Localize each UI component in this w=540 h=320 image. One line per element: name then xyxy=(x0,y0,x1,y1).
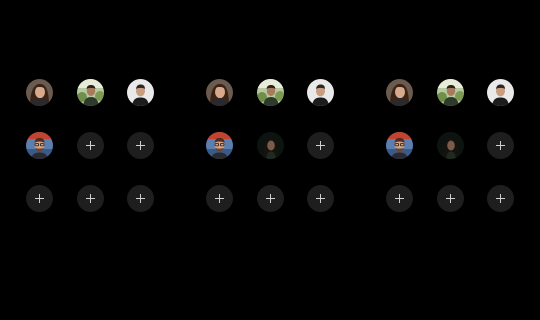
add-person-button[interactable] xyxy=(26,185,53,212)
plus-icon xyxy=(316,194,325,203)
avatar-man-outdoors[interactable] xyxy=(437,79,464,106)
add-person-button[interactable] xyxy=(77,132,104,159)
avatar-man-glasses-beard[interactable] xyxy=(206,132,233,159)
avatar-grid-panel-2 xyxy=(206,79,338,212)
add-person-button[interactable] xyxy=(437,185,464,212)
add-person-button[interactable] xyxy=(127,132,154,159)
plus-icon xyxy=(35,194,44,203)
add-person-button[interactable] xyxy=(307,185,334,212)
plus-icon xyxy=(136,194,145,203)
avatar-man-outdoors[interactable] xyxy=(257,79,284,106)
avatar-grid-panel-3 xyxy=(386,79,518,212)
avatar-woman-brown-hair[interactable] xyxy=(386,79,413,106)
add-person-button[interactable] xyxy=(386,185,413,212)
plus-icon xyxy=(496,194,505,203)
avatar-woman-dark-portrait[interactable] xyxy=(437,132,464,159)
plus-icon xyxy=(395,194,404,203)
plus-icon xyxy=(446,194,455,203)
add-person-button[interactable] xyxy=(487,185,514,212)
plus-icon xyxy=(266,194,275,203)
avatar-woman-brown-hair[interactable] xyxy=(26,79,53,106)
add-person-button[interactable] xyxy=(206,185,233,212)
avatar-grid-panel-1 xyxy=(26,79,158,212)
add-person-button[interactable] xyxy=(127,185,154,212)
plus-icon xyxy=(86,141,95,150)
add-person-button[interactable] xyxy=(307,132,334,159)
plus-icon xyxy=(86,194,95,203)
avatar-man-glasses-beard[interactable] xyxy=(26,132,53,159)
add-person-button[interactable] xyxy=(487,132,514,159)
plus-icon xyxy=(316,141,325,150)
avatar-woman-dark-portrait[interactable] xyxy=(257,132,284,159)
avatar-man-glasses-beard[interactable] xyxy=(386,132,413,159)
avatar-man-light-background[interactable] xyxy=(307,79,334,106)
avatar-man-light-background[interactable] xyxy=(127,79,154,106)
add-person-button[interactable] xyxy=(257,185,284,212)
avatar-woman-brown-hair[interactable] xyxy=(206,79,233,106)
plus-icon xyxy=(496,141,505,150)
plus-icon xyxy=(136,141,145,150)
add-person-button[interactable] xyxy=(77,185,104,212)
avatar-man-outdoors[interactable] xyxy=(77,79,104,106)
avatar-man-light-background[interactable] xyxy=(487,79,514,106)
plus-icon xyxy=(215,194,224,203)
